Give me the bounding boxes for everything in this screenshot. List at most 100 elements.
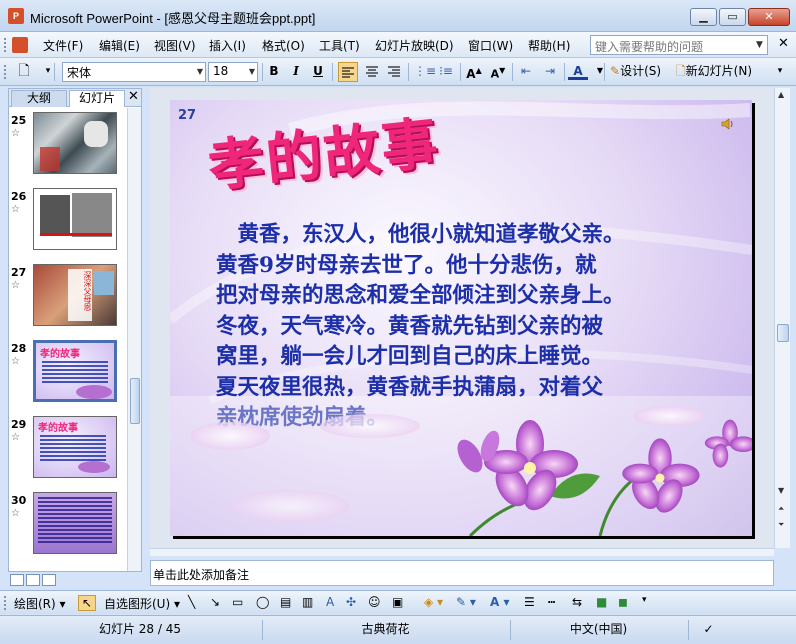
slide-vertical-scrollbar[interactable]: ▲ ▼ ⏶ ⏷: [774, 88, 790, 548]
thumbnail-scrollbar[interactable]: [127, 108, 141, 571]
body-line: 把对母亲的思念和爱全部倾注到父亲身上。: [216, 283, 625, 308]
help-dropdown-icon[interactable]: ▼: [756, 40, 763, 50]
spell-check-icon[interactable]: ✓: [688, 620, 728, 640]
tab-outline[interactable]: 大纲: [11, 90, 67, 107]
line-color-icon[interactable]: ✎ ▾: [456, 595, 476, 609]
toolbar-options-icon[interactable]: ▾: [642, 595, 647, 605]
scrollbar-thumb[interactable]: [130, 378, 140, 424]
slide-thumbnail[interactable]: 深深父母恩: [33, 264, 117, 326]
help-search-input[interactable]: 键入需要帮助的问题: [590, 35, 768, 55]
toolbar-overflow-icon[interactable]: ▾: [38, 62, 58, 82]
numbered-list-icon[interactable]: ⋮≡: [414, 62, 436, 82]
slide-thumbnail-row-selected[interactable]: 28 ☆ 孝的故事: [9, 336, 127, 406]
menu-view[interactable]: 视图(V): [151, 36, 199, 55]
slide-thumbnail[interactable]: 孝的故事: [33, 416, 117, 478]
menu-window[interactable]: 窗口(W): [465, 36, 516, 55]
slide-thumbnail[interactable]: 孝的故事: [33, 340, 117, 402]
slide-thumbnail-row[interactable]: 30 ☆: [9, 488, 127, 558]
fill-color-icon[interactable]: ◈ ▾: [424, 595, 443, 609]
increase-indent-icon[interactable]: ⇥: [540, 62, 560, 82]
font-color-draw-icon[interactable]: A ▾: [490, 595, 510, 609]
menu-format[interactable]: 格式(O): [259, 36, 308, 55]
current-slide[interactable]: 27 孝的故事 黄香，东汉人，他很小就知道孝敬父亲。 黄香9岁时母亲去世了。他十…: [170, 100, 752, 536]
pane-close-icon[interactable]: ✕: [128, 89, 139, 104]
arrow-style-icon[interactable]: ⇆: [572, 595, 582, 609]
previous-slide-icon[interactable]: ⏶: [778, 504, 784, 514]
font-color-dropdown-icon[interactable]: ▼: [590, 62, 610, 82]
clipart-icon[interactable]: ☺: [368, 595, 381, 609]
arrow-tool-icon[interactable]: ↘: [210, 595, 220, 609]
document-icon[interactable]: [12, 37, 28, 53]
slide-thumbnail-list: 25 ☆ 26 ☆ 27 ☆ 深深父母恩 28 ☆ 孝的故事 29 ☆ 孝的故事…: [9, 108, 127, 571]
next-slide-icon[interactable]: ⏷: [778, 520, 784, 530]
menu-help[interactable]: 帮助(H): [525, 36, 573, 55]
chevron-down-icon[interactable]: ▼: [197, 67, 203, 76]
scroll-up-icon[interactable]: ▲: [778, 90, 784, 99]
toolbar-grip[interactable]: [4, 596, 7, 610]
menu-grip[interactable]: [4, 38, 7, 52]
diagram-icon[interactable]: ✣: [346, 595, 356, 609]
increase-font-icon[interactable]: A▲: [464, 62, 484, 82]
bold-button[interactable]: B: [264, 62, 284, 82]
line-style-icon[interactable]: ☰: [524, 595, 535, 609]
menu-edit[interactable]: 编辑(E): [96, 36, 143, 55]
menu-tools[interactable]: 工具(T): [316, 36, 363, 55]
minimize-button[interactable]: ▁: [690, 8, 717, 26]
normal-view-icon[interactable]: [10, 574, 24, 586]
draw-menu-button[interactable]: 绘图(R) ▾: [14, 595, 66, 612]
shadow-style-icon[interactable]: ■: [596, 595, 607, 609]
bullet-list-icon[interactable]: ⁝≡: [436, 62, 456, 82]
slide-thumbnail-row[interactable]: 29 ☆ 孝的故事: [9, 412, 127, 482]
slide-horizontal-scrollbar[interactable]: [150, 548, 774, 556]
close-button[interactable]: ✕: [748, 8, 790, 26]
italic-button[interactable]: I: [286, 62, 306, 82]
rectangle-tool-icon[interactable]: ▭: [232, 595, 243, 609]
textbox-tool-icon[interactable]: ▤: [280, 595, 291, 609]
font-size-combo[interactable]: 18 ▼: [208, 62, 258, 82]
slide-thumbnail-row[interactable]: 27 ☆ 深深父母恩: [9, 260, 127, 330]
notes-pane[interactable]: 单击此处添加备注: [150, 560, 774, 586]
line-tool-icon[interactable]: ╲: [188, 595, 195, 609]
insert-picture-icon[interactable]: ▣: [392, 595, 403, 609]
select-pointer-icon[interactable]: ↖: [78, 595, 97, 611]
slide-sorter-view-icon[interactable]: [26, 574, 40, 586]
underline-button[interactable]: U: [308, 62, 328, 82]
slide-thumbnail-row[interactable]: 25 ☆: [9, 108, 127, 178]
autoshape-menu-button[interactable]: 自选图形(U) ▾: [104, 595, 180, 612]
align-right-button[interactable]: [384, 62, 404, 82]
dash-style-icon[interactable]: ┅: [548, 595, 555, 609]
powerpoint-app-icon[interactable]: P: [8, 8, 24, 24]
slide-thumbnail[interactable]: [33, 112, 117, 174]
decrease-indent-icon[interactable]: ⇤: [516, 62, 536, 82]
align-left-button[interactable]: [338, 62, 358, 82]
design-button[interactable]: ✎设计(S): [610, 62, 674, 82]
oval-tool-icon[interactable]: ◯: [256, 595, 269, 609]
font-name-combo[interactable]: 宋体 ▼: [62, 62, 206, 82]
font-size-value: 18: [213, 64, 229, 78]
menu-slideshow[interactable]: 幻灯片放映(D): [372, 36, 457, 55]
scrollbar-thumb[interactable]: [777, 324, 789, 342]
wordart-icon[interactable]: A: [326, 595, 334, 609]
new-slide-button[interactable]: 🗋新幻灯片(N): [676, 62, 764, 82]
3d-style-icon[interactable]: ◼: [618, 595, 628, 609]
maximize-button[interactable]: ▭: [719, 8, 746, 26]
speaker-icon[interactable]: [720, 116, 736, 132]
font-color-icon[interactable]: A: [568, 62, 588, 80]
chevron-down-icon[interactable]: ▼: [249, 67, 255, 76]
slide-thumbnail[interactable]: [33, 492, 117, 554]
new-document-icon[interactable]: 🗋: [14, 62, 34, 82]
slideshow-view-icon[interactable]: [42, 574, 56, 586]
toolbar-grip[interactable]: [4, 65, 7, 79]
slide-thumbnail[interactable]: [33, 188, 117, 250]
slide-thumbnail-row[interactable]: 26 ☆: [9, 184, 127, 254]
tab-slides[interactable]: 幻灯片: [69, 90, 125, 107]
document-close-icon[interactable]: ✕: [778, 36, 789, 51]
menu-file[interactable]: 文件(F): [40, 36, 86, 55]
menu-insert[interactable]: 插入(I): [206, 36, 249, 55]
align-center-button[interactable]: [362, 62, 382, 82]
design-label: 设计(S): [620, 64, 662, 78]
decrease-font-icon[interactable]: A▼: [488, 62, 508, 82]
toolbar-options-icon[interactable]: ▾: [770, 62, 790, 82]
scroll-down-icon[interactable]: ▼: [778, 486, 784, 495]
vertical-textbox-tool-icon[interactable]: ▥: [302, 595, 313, 609]
